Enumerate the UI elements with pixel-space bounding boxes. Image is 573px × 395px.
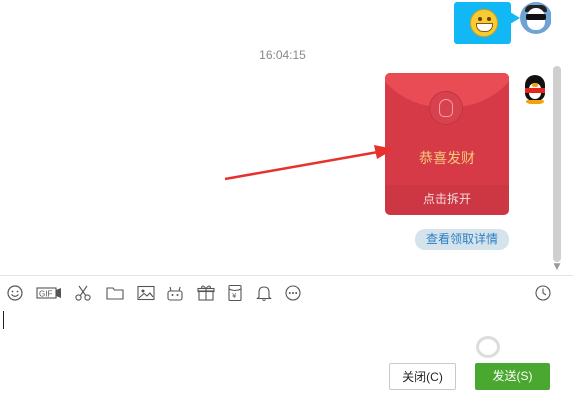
- scissors-icon[interactable]: [73, 283, 93, 303]
- message-timestamp: 16:04:15: [259, 48, 306, 62]
- send-button[interactable]: 发送(S): [475, 363, 550, 390]
- close-button[interactable]: 关闭(C): [389, 363, 456, 390]
- red-packet-open-label: 点击拆开: [422, 192, 471, 206]
- gift-icon[interactable]: [196, 283, 216, 303]
- input-divider: [0, 275, 573, 276]
- image-icon[interactable]: [136, 283, 156, 303]
- smiley-icon[interactable]: [5, 283, 25, 303]
- more-icon[interactable]: [283, 283, 303, 303]
- red-envelope-icon[interactable]: ¥: [225, 283, 245, 303]
- scrollbar-thumb[interactable]: [553, 66, 561, 262]
- view-claim-details-link[interactable]: 查看领取详情: [415, 229, 509, 250]
- red-packet-title: 恭喜发财: [419, 151, 475, 167]
- peer-avatar[interactable]: [519, 73, 551, 105]
- grinning-face-emoji-icon: [470, 9, 498, 37]
- game-icon[interactable]: [165, 283, 185, 303]
- bell-icon[interactable]: [254, 283, 274, 303]
- chat-history: 16:04:15 恭喜发财 点击拆开 查看领取详情 ▼: [0, 0, 565, 275]
- input-toolbar: GIF ¥: [0, 281, 573, 307]
- outgoing-message-bubble[interactable]: [454, 2, 520, 44]
- self-avatar[interactable]: [520, 2, 552, 34]
- penguin-seal-icon: [429, 91, 463, 125]
- history-clock-icon[interactable]: [533, 283, 553, 303]
- svg-text:GIF: GIF: [39, 290, 52, 299]
- scroll-down-icon[interactable]: ▼: [551, 262, 563, 272]
- red-packet-card[interactable]: 恭喜发财 点击拆开: [385, 73, 509, 215]
- text-caret: [3, 311, 4, 329]
- gif-icon[interactable]: GIF: [36, 283, 62, 303]
- folder-icon[interactable]: [105, 283, 125, 303]
- chat-scrollbar[interactable]: ▼: [551, 0, 565, 275]
- svg-text:¥: ¥: [232, 292, 237, 300]
